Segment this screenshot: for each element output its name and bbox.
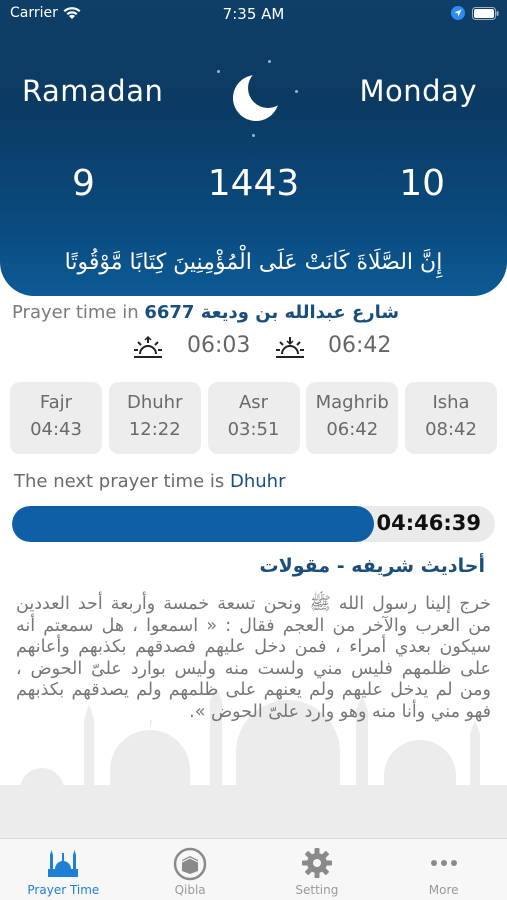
prayer-time: 12:22 xyxy=(128,419,181,440)
prayer-location-prefix: Prayer time in xyxy=(12,302,145,323)
tab-label: Prayer Time xyxy=(27,883,100,897)
prayer-card-isha[interactable]: Isha 08:42 xyxy=(405,382,497,454)
star-decoration xyxy=(252,134,255,137)
sunset-time: 06:42 xyxy=(328,333,392,358)
prayer-name: Asr xyxy=(238,392,269,413)
prayer-times-list: Fajr 04:43 Dhuhr 12:22 Asr 03:51 Maghrib… xyxy=(10,382,497,454)
prayer-time: 04:43 xyxy=(30,419,82,440)
next-prayer-countdown: 04:46:39 xyxy=(376,511,481,535)
prayer-card-fajr[interactable]: Fajr 04:43 xyxy=(10,382,102,454)
tab-qibla[interactable]: Qibla xyxy=(127,839,254,900)
prayer-card-asr[interactable]: Asr 03:51 xyxy=(207,382,300,454)
star-decoration xyxy=(268,60,271,63)
location-arrow-icon xyxy=(451,6,465,20)
tab-label: Qibla xyxy=(174,883,206,897)
weekday: Monday xyxy=(359,74,477,108)
gear-icon xyxy=(301,848,332,878)
star-decoration xyxy=(295,90,298,93)
next-prayer-prefix: The next prayer time is xyxy=(14,471,230,492)
quran-verse: إِنَّ الصَّلَاةَ كَانَتْ عَلَى الْمُؤْمِ… xyxy=(64,250,443,275)
gregorian-day: 10 xyxy=(399,163,445,204)
prayer-location: Prayer time in 6677 شارع عبدالله بن وديع… xyxy=(12,302,399,323)
crescent-moon-icon xyxy=(233,75,279,121)
next-prayer-name: Dhuhr xyxy=(230,471,286,492)
star-decoration xyxy=(217,70,220,73)
more-icon xyxy=(430,860,457,866)
prayer-time: 06:42 xyxy=(326,419,379,440)
status-time: 7:35 AM xyxy=(222,5,285,23)
hadith-section-title: أحاديث شريفه - مقولات xyxy=(259,555,486,577)
header-banner: Carrier 7:35 AM Ramadan Monday 9 1443 10… xyxy=(0,0,507,296)
prayer-time: 08:42 xyxy=(425,419,477,440)
prayer-name: Isha xyxy=(432,392,470,413)
tab-setting[interactable]: Setting xyxy=(254,839,381,900)
prayer-name: Dhuhr xyxy=(127,392,183,413)
prayer-card-maghrib[interactable]: Maghrib 06:42 xyxy=(306,382,399,454)
sunset-icon xyxy=(276,337,304,358)
prayer-location-place[interactable]: 6677 شارع عبدالله بن وديعة xyxy=(144,302,399,323)
tab-more[interactable]: More xyxy=(380,839,507,900)
hijri-month: Ramadan xyxy=(22,74,164,108)
tab-prayer-time[interactable]: Prayer Time xyxy=(0,839,127,900)
sunrise-icon xyxy=(134,336,162,358)
kaaba-icon xyxy=(173,847,207,881)
tab-label: More xyxy=(428,883,459,897)
prayer-card-dhuhr[interactable]: Dhuhr 12:22 xyxy=(108,382,201,454)
prayer-time: 03:51 xyxy=(227,419,280,440)
mosque-icon xyxy=(48,850,79,877)
hadith-text: خرج إلينا رسول الله ﷺ ونحن تسعة خمسة وأر… xyxy=(16,594,491,722)
tab-bar: Prayer Time Qibla Setting More xyxy=(0,838,507,900)
next-prayer-progress-fill xyxy=(12,506,375,542)
sunrise-time: 06:03 xyxy=(187,333,251,358)
next-prayer-label: The next prayer time is Dhuhr xyxy=(14,471,286,492)
status-bar: Carrier 7:35 AM xyxy=(0,0,507,30)
prayer-name: Fajr xyxy=(39,392,73,413)
tab-label: Setting xyxy=(295,883,339,897)
battery-icon xyxy=(472,7,499,20)
prayer-name: Maghrib xyxy=(315,392,389,413)
